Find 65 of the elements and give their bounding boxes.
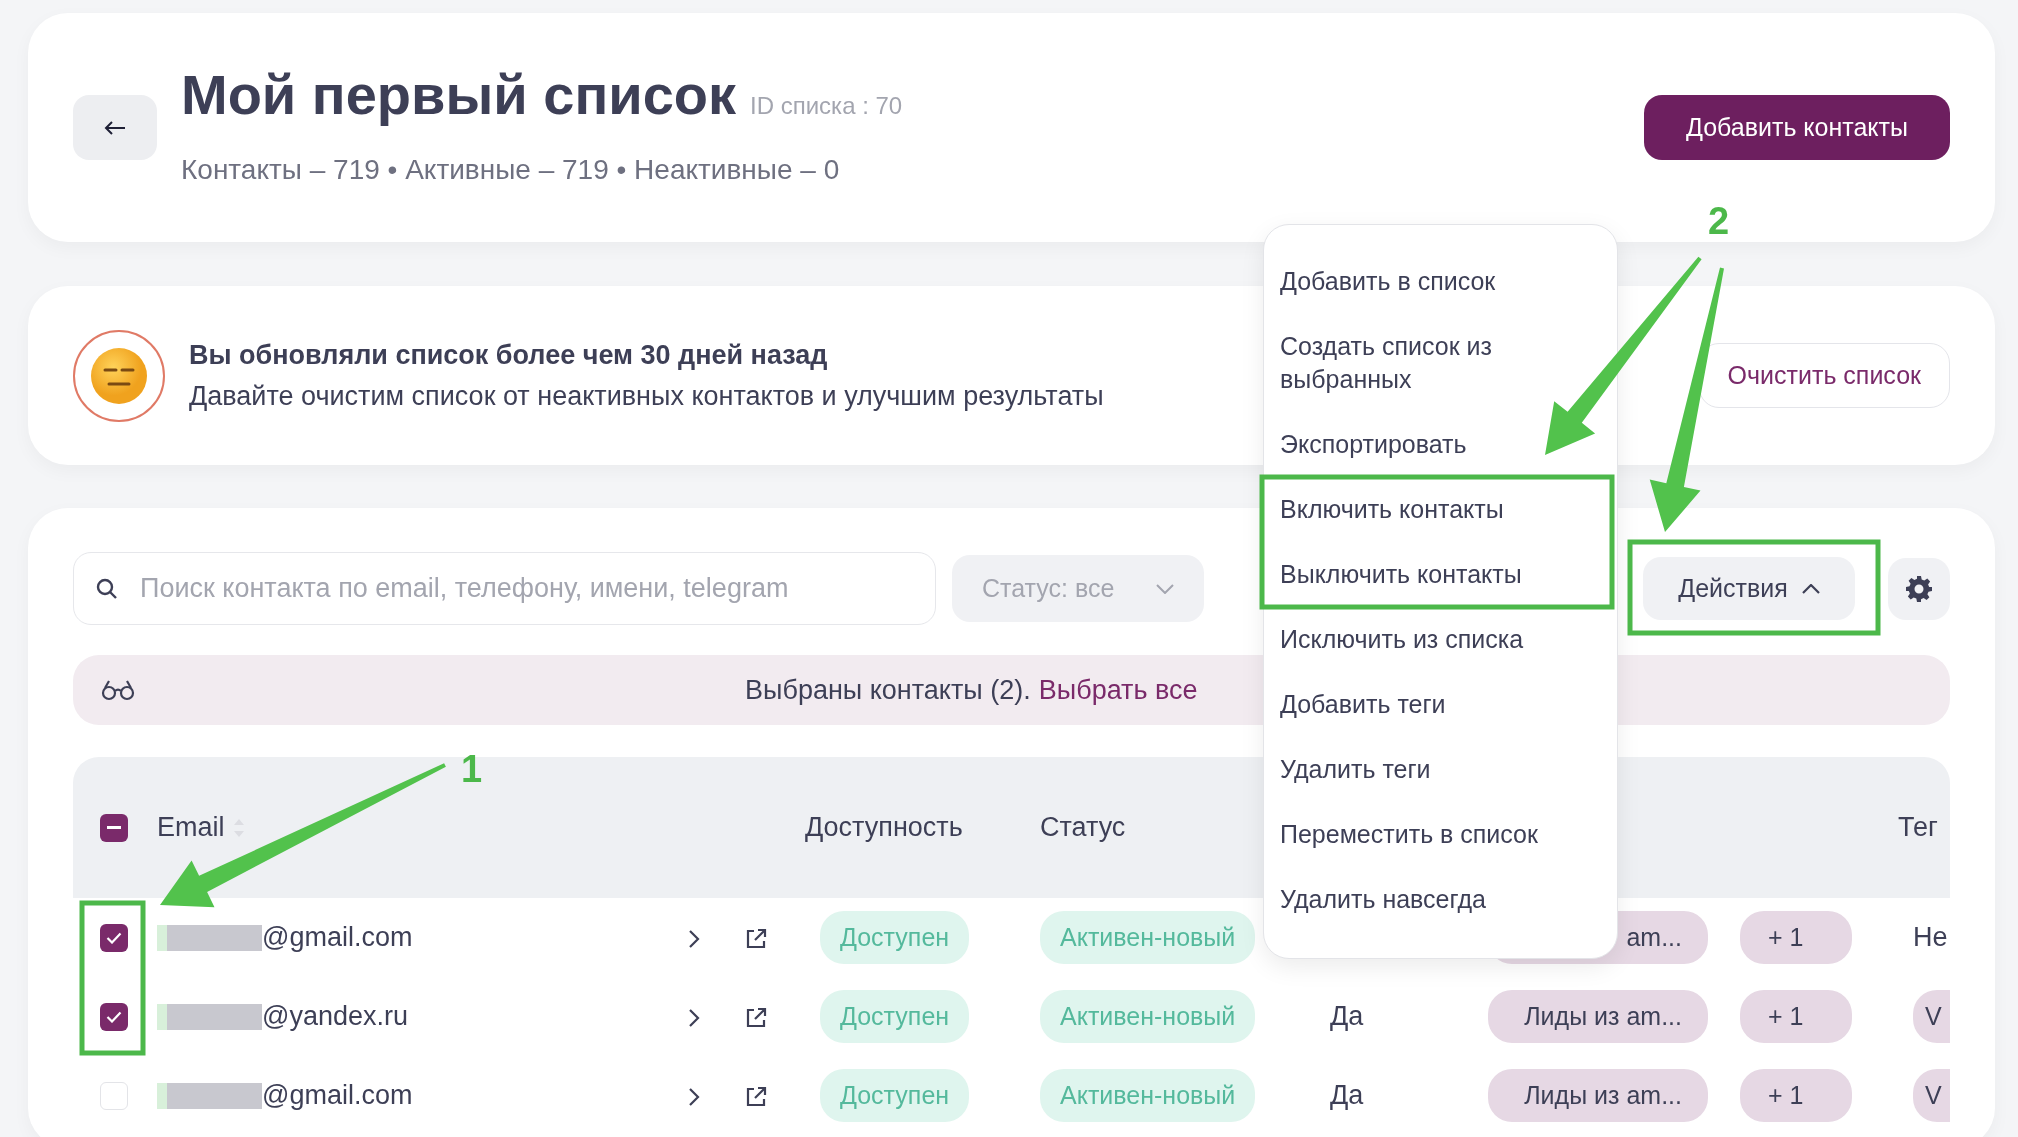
minus-icon bbox=[107, 825, 121, 830]
tag-pill: Лиды из am... bbox=[1488, 1068, 1708, 1123]
menu-item[interactable]: Создать список из выбранных bbox=[1264, 314, 1524, 412]
status-tag: Активен-новый bbox=[1040, 1068, 1256, 1123]
clean-list-button[interactable]: Очистить список bbox=[1698, 343, 1950, 408]
search-icon bbox=[96, 577, 118, 600]
chevron-icon[interactable] bbox=[688, 1087, 700, 1108]
checkbox[interactable] bbox=[100, 1002, 128, 1031]
list-stats: Контакты – 719 • Активные – 719 • Неактивные – 0 bbox=[181, 153, 841, 188]
external-link-icon[interactable] bbox=[745, 1086, 767, 1109]
menu-item[interactable]: Переместить в список bbox=[1264, 802, 1617, 867]
notice-text: Давайте очистим список от неактивных контактов и улучшим результаты bbox=[189, 379, 1104, 413]
chevron-down-icon bbox=[1156, 583, 1174, 594]
emoji-icon bbox=[73, 329, 165, 422]
checkbox[interactable] bbox=[100, 923, 128, 952]
tag-pill: V bbox=[1913, 1068, 1950, 1123]
select-all-link[interactable]: Выбрать все bbox=[1038, 669, 1198, 711]
search-field[interactable]: Поиск контакта по email, телефону, имени, telegram bbox=[73, 552, 936, 625]
availability-tag: Доступен bbox=[820, 1068, 970, 1123]
chevron-icon[interactable] bbox=[688, 929, 700, 950]
notice-title: Вы обновляли список более чем 30 дней назад bbox=[189, 339, 829, 372]
gear-icon bbox=[1905, 574, 1933, 603]
checkbox[interactable] bbox=[100, 1081, 128, 1110]
external-link-icon[interactable] bbox=[745, 928, 767, 951]
check-icon bbox=[106, 1010, 122, 1023]
back-arrow-icon bbox=[104, 120, 126, 135]
menu-item[interactable]: Выключить контакты bbox=[1264, 542, 1617, 607]
list-id: ID списка : 70 bbox=[750, 90, 903, 121]
tag-count: + 1 bbox=[1740, 910, 1852, 965]
actions-button[interactable]: Действия bbox=[1643, 557, 1855, 620]
email-text: @gmail.com bbox=[262, 1079, 413, 1113]
tag-count: + 1 bbox=[1740, 1068, 1852, 1123]
cell-text: Да bbox=[1330, 1001, 1364, 1032]
email-text: @gmail.com bbox=[262, 921, 413, 955]
menu-item[interactable]: Исключить из списка bbox=[1264, 607, 1617, 672]
menu-item[interactable]: Экспортировать bbox=[1264, 412, 1617, 477]
glasses-icon bbox=[101, 679, 135, 701]
check-icon bbox=[106, 931, 122, 944]
column-header: Email bbox=[157, 811, 225, 845]
cell-text: Не bbox=[1913, 922, 1948, 953]
chevron-icon[interactable] bbox=[688, 1008, 700, 1029]
menu-item[interactable]: Добавить в список bbox=[1264, 249, 1617, 314]
selection-text: Выбраны контакты (2). bbox=[745, 673, 1031, 707]
tag-pill: Лиды из am... bbox=[1488, 989, 1708, 1044]
add-contacts-button[interactable]: Добавить контакты bbox=[1643, 95, 1950, 160]
menu-item[interactable]: Удалить теги bbox=[1264, 737, 1617, 802]
availability-tag: Доступен bbox=[820, 910, 970, 965]
menu-item[interactable]: Включить контакты bbox=[1264, 477, 1617, 542]
external-link-icon[interactable] bbox=[745, 1007, 767, 1030]
search-input[interactable]: Поиск контакта по email, телефону, имени, telegram bbox=[138, 567, 913, 610]
settings-button[interactable] bbox=[1888, 557, 1950, 620]
cell-text: Да bbox=[1330, 1080, 1364, 1111]
menu-item[interactable]: Добавить теги bbox=[1264, 672, 1617, 737]
column-header: Тег bbox=[1898, 811, 1939, 845]
list-title: Мой первый список bbox=[181, 63, 737, 126]
annotation-number: 2 bbox=[1708, 202, 1730, 240]
checkbox[interactable] bbox=[100, 813, 128, 842]
email-text: @yandex.ru bbox=[262, 1000, 408, 1034]
tag-count: + 1 bbox=[1740, 989, 1852, 1044]
status-tag: Активен-новый bbox=[1040, 989, 1256, 1044]
tag-pill: V bbox=[1913, 989, 1950, 1044]
column-header: Доступность bbox=[805, 811, 964, 845]
annotation-number: 1 bbox=[461, 750, 483, 788]
status-tag: Активен-новый bbox=[1040, 910, 1256, 965]
availability-tag: Доступен bbox=[820, 989, 970, 1044]
